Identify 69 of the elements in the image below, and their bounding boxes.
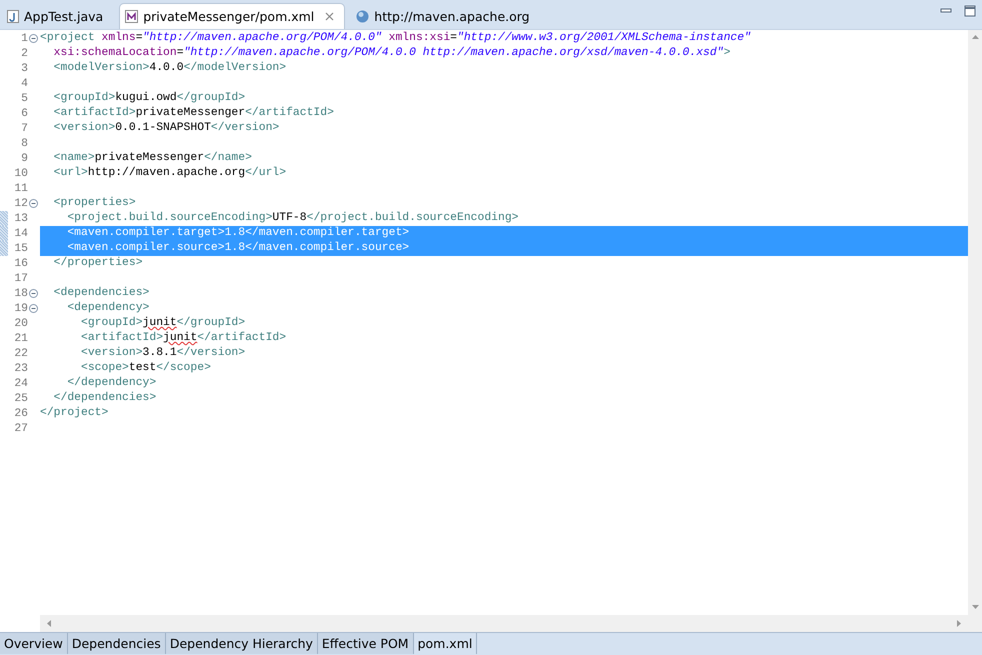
line-number: 14	[13, 228, 28, 240]
line-number: 3	[20, 62, 28, 74]
line-number: 5	[20, 92, 28, 104]
line-number: 19	[13, 302, 28, 314]
collapse-icon[interactable]	[29, 199, 38, 208]
maximize-icon[interactable]	[964, 4, 976, 16]
scroll-left-icon[interactable]	[46, 620, 53, 627]
code-line: </dependencies>	[52, 391, 158, 406]
java-file-icon	[7, 10, 19, 22]
line-number: 2	[20, 48, 28, 60]
collapse-icon[interactable]	[29, 34, 38, 43]
globe-icon	[356, 10, 370, 22]
code-line: <artifactId>junit</artifactId>	[80, 331, 288, 346]
page-tab[interactable]: Overview	[0, 633, 68, 654]
line-number: 16	[13, 258, 28, 270]
line-number: 8	[20, 138, 28, 150]
code-line: <dependencies>	[52, 286, 150, 301]
line-number: 25	[13, 392, 28, 404]
line-number: 21	[13, 332, 28, 344]
code-line: </dependency>	[66, 376, 158, 391]
line-number: 1	[20, 32, 28, 44]
code-line: <artifactId>privateMessenger</artifactId>	[52, 106, 335, 121]
editor-tab[interactable]: privateMessenger/pom.xml	[119, 3, 346, 29]
line-number: 22	[13, 348, 28, 360]
line-number: 23	[13, 362, 28, 374]
code-line: <name>privateMessenger</name>	[52, 151, 253, 166]
line-number: 27	[13, 422, 28, 434]
code-line: <project.build.sourceEncoding>UTF-8</project.build.sourceEncoding>	[66, 211, 520, 226]
line-number: 10	[13, 168, 28, 180]
code-line: <groupId>junit</groupId>	[80, 316, 246, 331]
code-line: <version>3.8.1</version>	[80, 346, 246, 361]
collapse-icon[interactable]	[29, 304, 38, 313]
code-line: <scope>test</scope>	[80, 361, 212, 376]
maven-file-icon	[125, 10, 138, 23]
scroll-down-icon[interactable]	[972, 603, 978, 610]
code-line: </properties>	[52, 256, 144, 271]
line-number: 12	[13, 198, 28, 210]
close-icon[interactable]	[325, 12, 334, 21]
page-tab[interactable]: Dependency Hierarchy	[166, 633, 318, 654]
line-number: 26	[13, 408, 28, 420]
line-number: 11	[13, 182, 28, 194]
scroll-right-icon[interactable]	[955, 620, 962, 627]
code-line: <project xmlns="http://maven.apache.org/POM/4.0.0" xmlns:xsi="http://www.w3.org/2001/XMLSchema-instance"	[40, 31, 752, 46]
code-line: </project>	[40, 406, 110, 421]
page-tab[interactable]: Effective POM	[318, 633, 414, 654]
line-number: 9	[20, 152, 28, 164]
line-number: 7	[20, 122, 28, 134]
editor-tab[interactable]: AppTest.java	[2, 3, 114, 29]
code-line: <groupId>kugui.owd</groupId>	[52, 91, 246, 106]
line-number: 13	[13, 212, 28, 224]
code-line: <url>http://maven.apache.org</url>	[52, 166, 288, 181]
code-line: <modelVersion>4.0.0</modelVersion>	[52, 61, 288, 76]
line-number: 4	[20, 78, 28, 90]
line-number: 24	[13, 378, 28, 390]
code-line: <version>0.0.1-SNAPSHOT</version>	[52, 121, 280, 136]
vertical-scrollbar[interactable]	[968, 30, 982, 632]
line-number: 20	[13, 318, 28, 330]
horizontal-scrollbar[interactable]	[40, 615, 968, 632]
line-number: 17	[13, 272, 28, 284]
line-number: 18	[13, 288, 28, 300]
code-line: xsi:schemaLocation="http://maven.apache.org/POM/4.0.0 http://maven.apache.org/xsd/maven-4.0.0.xsd">	[52, 46, 732, 61]
page-tab[interactable]: Dependencies	[68, 633, 166, 654]
code-line: <dependency>	[66, 301, 150, 316]
scroll-up-icon[interactable]	[972, 34, 978, 41]
collapse-icon[interactable]	[29, 289, 38, 298]
editor-tab[interactable]: http://maven.apache.org	[351, 3, 540, 29]
line-number: 6	[20, 108, 28, 120]
line-number: 15	[13, 242, 28, 254]
code-line: <properties>	[52, 196, 137, 211]
